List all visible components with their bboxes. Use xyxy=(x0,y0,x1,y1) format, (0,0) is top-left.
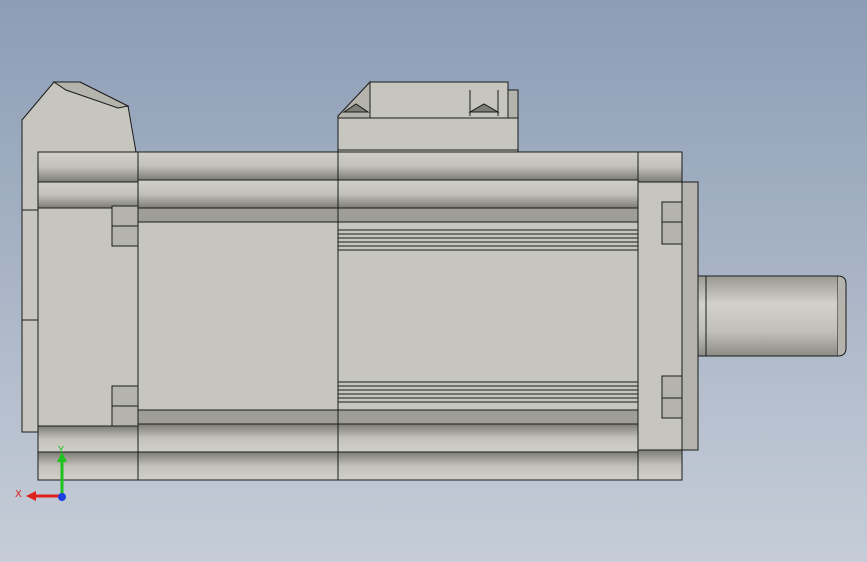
y-axis-label: Y xyxy=(57,445,65,456)
front-flange xyxy=(637,151,699,481)
model-canvas[interactable]: X Y xyxy=(0,0,867,562)
output-shaft xyxy=(697,275,847,357)
stator-body xyxy=(137,151,639,481)
cad-viewport[interactable]: X Y xyxy=(0,0,867,562)
power-connector-housing xyxy=(337,80,519,153)
z-axis-dot xyxy=(58,493,66,501)
rear-housing xyxy=(37,151,139,481)
x-axis-label: X xyxy=(15,489,22,500)
